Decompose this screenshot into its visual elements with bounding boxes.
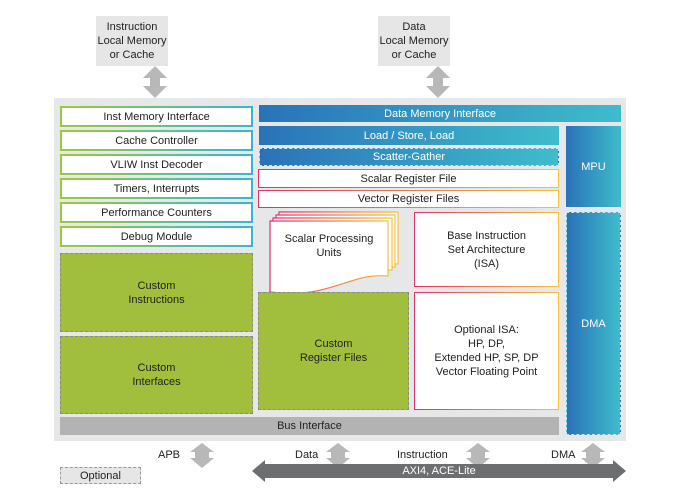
data-port-label: Data — [295, 449, 319, 461]
diagram: Instruction Local Memory or Cache Data L… — [0, 0, 677, 503]
data-memory-arrow — [426, 66, 450, 98]
instruction-port-label: Instruction — [397, 449, 448, 461]
instruction-memory-arrow — [143, 66, 167, 98]
axi-ace-lite-label: AXI4, ACE-Lite — [402, 465, 476, 477]
arrows — [143, 66, 626, 482]
optional-legend: Optional — [60, 467, 141, 484]
apb-label: APB — [158, 449, 181, 461]
apb-arrow — [190, 443, 214, 468]
dma-port-label: DMA — [551, 449, 576, 461]
